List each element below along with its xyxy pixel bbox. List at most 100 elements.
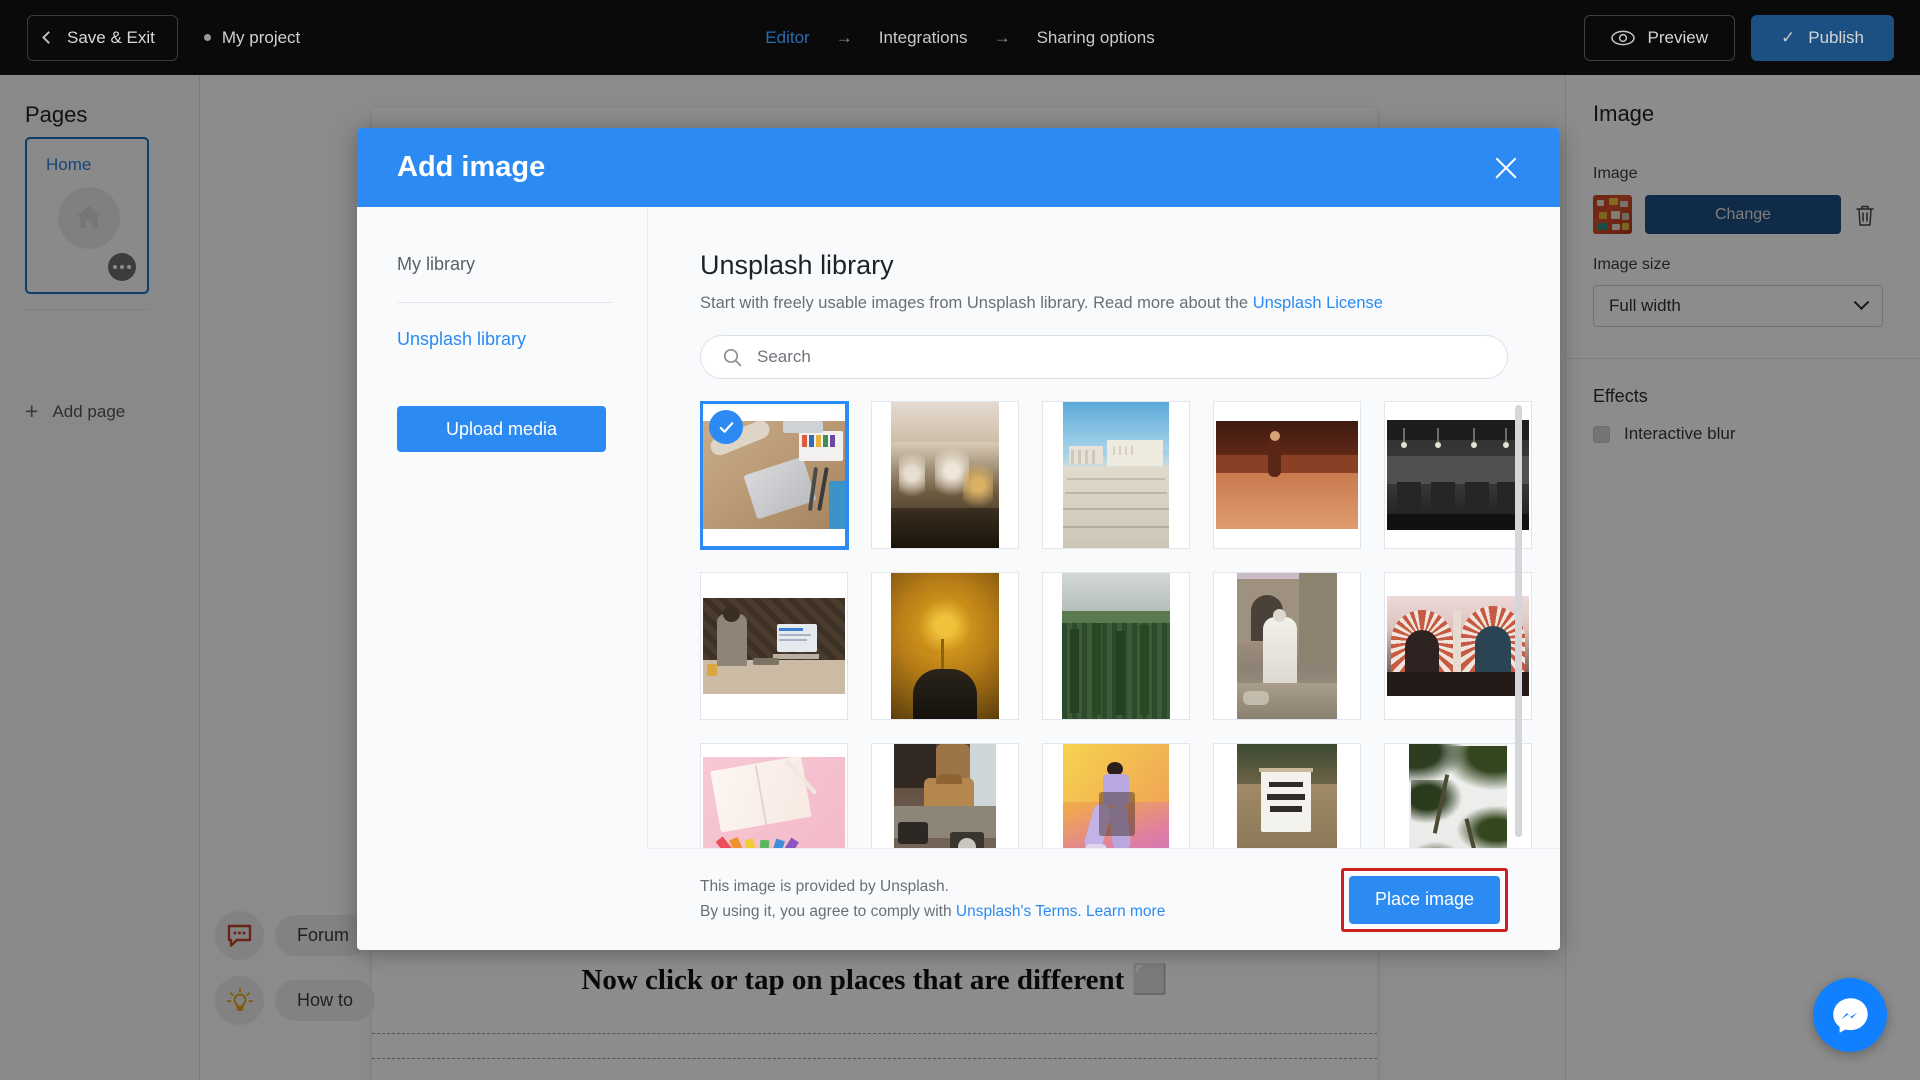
modal-left-nav: My library Unsplash library Upload media	[357, 207, 648, 848]
thumbnail-detail	[963, 456, 993, 514]
thumbnail-detail	[1387, 456, 1529, 484]
image-thumbnail-12[interactable]	[871, 743, 1019, 848]
thumbnail-detail	[1471, 442, 1477, 448]
save-and-exit-label: Save & Exit	[67, 28, 155, 48]
nav-divider	[397, 302, 612, 303]
image-thumbnail-6[interactable]	[700, 572, 848, 720]
search-icon	[723, 348, 742, 367]
thumbnail-detail	[1270, 431, 1280, 441]
image-thumbnail-14[interactable]	[1213, 743, 1361, 848]
preview-button[interactable]: Preview	[1584, 15, 1735, 61]
image-thumbnail-3[interactable]	[1042, 401, 1190, 549]
image-thumbnail-1[interactable]	[700, 401, 848, 549]
save-and-exit-button[interactable]: Save & Exit	[27, 15, 178, 61]
attribution-line-2: By using it, you agree to comply with Un…	[700, 900, 1165, 924]
search-box[interactable]	[700, 335, 1508, 379]
place-image-button[interactable]: Place image	[1349, 876, 1500, 924]
thumbnail-detail	[1431, 482, 1455, 512]
thumbnail-detail	[1401, 442, 1407, 448]
thumbnail-photo	[703, 757, 845, 848]
modal-body: My library Unsplash library Upload media…	[357, 207, 1560, 848]
grid-scrollbar-thumb[interactable]	[1515, 405, 1522, 837]
unsplash-terms-link[interactable]: Unsplash's Terms.	[956, 903, 1082, 920]
image-grid	[700, 401, 1508, 848]
thumbnail-detail	[809, 435, 814, 447]
thumbnail-detail	[802, 435, 807, 447]
status-dot-icon	[204, 34, 211, 41]
image-thumbnail-4[interactable]	[1213, 401, 1361, 549]
thumbnail-detail	[1065, 492, 1167, 494]
add-image-modal: Add image My library Unsplash library Up…	[357, 128, 1560, 950]
selected-check-icon	[709, 410, 743, 444]
thumbnail-detail	[1216, 473, 1358, 529]
nav-my-library[interactable]: My library	[397, 250, 612, 279]
breadcrumb: Editor → Integrations → Sharing options	[761, 28, 1158, 48]
thumbnail-photo	[1237, 744, 1337, 848]
image-thumbnail-15[interactable]	[1384, 743, 1532, 848]
image-thumbnail-10[interactable]	[1384, 572, 1532, 720]
close-icon[interactable]	[1490, 152, 1522, 184]
thumbnail-detail	[1259, 768, 1313, 772]
step-editor[interactable]: Editor	[761, 28, 813, 48]
thumbnail-photo	[1409, 744, 1507, 848]
modal-footer: This image is provided by Unsplash. By u…	[648, 848, 1560, 950]
publish-button[interactable]: ✓ Publish	[1751, 15, 1894, 61]
place-image-highlight: Place image	[1341, 868, 1508, 932]
image-thumbnail-9[interactable]	[1213, 572, 1361, 720]
image-thumbnail-7[interactable]	[871, 572, 1019, 720]
thumbnail-detail	[1070, 629, 1079, 713]
eye-icon	[1611, 30, 1635, 46]
thumbnail-detail	[1071, 450, 1074, 464]
upload-media-button[interactable]: Upload media	[397, 406, 606, 452]
image-thumbnail-11[interactable]	[700, 743, 848, 848]
modal-header: Add image	[357, 128, 1560, 207]
thumbnail-detail	[743, 457, 816, 520]
thumbnail-detail	[1116, 631, 1125, 715]
thumbnail-detail	[936, 774, 962, 784]
arrow-right-icon-2: →	[994, 28, 1011, 48]
thumbnail-detail	[758, 840, 770, 848]
thumbnail-detail	[1397, 482, 1421, 512]
grid-scrollbar[interactable]	[1515, 405, 1522, 848]
search-input[interactable]	[757, 347, 1485, 367]
image-thumbnail-13[interactable]	[1042, 743, 1190, 848]
image-grid-scroll[interactable]	[700, 401, 1560, 848]
unsplash-library-description: Start with freely usable images from Uns…	[700, 294, 1560, 313]
learn-more-link[interactable]: Learn more	[1086, 903, 1165, 920]
project-name-area[interactable]: My project	[204, 28, 300, 48]
thumbnail-detail	[1270, 806, 1302, 812]
thumbnail-detail	[1387, 672, 1529, 696]
thumbnail-detail	[723, 606, 740, 622]
thumbnail-photo	[703, 598, 845, 694]
thumbnail-detail	[1435, 442, 1441, 448]
thumbnail-detail	[817, 467, 829, 511]
image-thumbnail-2[interactable]	[871, 401, 1019, 549]
unsplash-library-title: Unsplash library	[700, 250, 1560, 281]
nav-unsplash-library[interactable]: Unsplash library	[397, 325, 612, 354]
thumbnail-detail	[1475, 626, 1511, 672]
step-sharing-options[interactable]: Sharing options	[1033, 28, 1159, 48]
thumbnail-photo	[1387, 420, 1529, 530]
thumbnail-detail	[816, 435, 821, 447]
unsplash-license-link[interactable]: Unsplash License	[1253, 294, 1383, 312]
attribution-line-1: This image is provided by Unsplash.	[700, 875, 1165, 899]
thumbnail-detail	[913, 669, 977, 719]
step-integrations[interactable]: Integrations	[875, 28, 972, 48]
description-text: Start with freely usable images from Uns…	[700, 294, 1253, 312]
messenger-icon	[1829, 994, 1872, 1037]
thumbnail-detail	[899, 444, 925, 504]
thumbnail-detail	[779, 634, 811, 636]
thumbnail-detail	[1453, 610, 1461, 672]
thumbnail-detail	[783, 421, 823, 433]
thumbnail-detail	[1216, 455, 1358, 473]
thumbnail-detail	[1063, 508, 1169, 510]
top-bar: Save & Exit My project Editor → Integrat…	[0, 0, 1920, 75]
thumbnail-detail	[1092, 450, 1095, 464]
image-thumbnail-8[interactable]	[1042, 572, 1190, 720]
thumbnail-detail	[1099, 792, 1135, 836]
thumbnail-photo	[894, 744, 996, 848]
messenger-button[interactable]	[1813, 978, 1887, 1052]
image-thumbnail-5[interactable]	[1384, 401, 1532, 549]
thumbnail-detail	[1092, 623, 1101, 715]
thumbnail-detail	[891, 402, 999, 442]
